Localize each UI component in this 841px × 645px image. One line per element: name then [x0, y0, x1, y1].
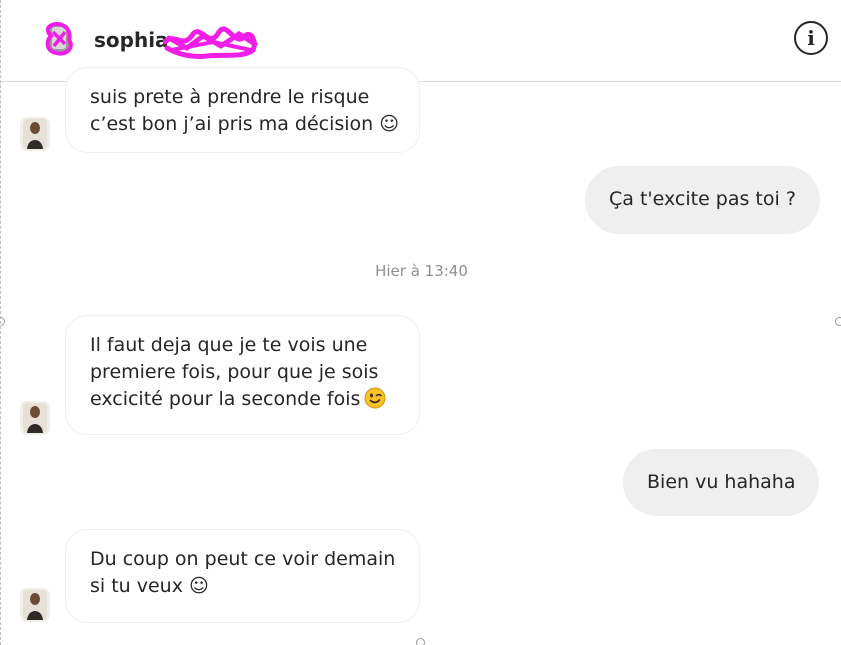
winking-face-emoji [364, 387, 386, 409]
sender-avatar[interactable] [20, 588, 50, 622]
sender-avatar[interactable] [20, 117, 50, 151]
incoming-message: suis prete à prendre le risque c’est bon… [65, 67, 420, 153]
conversation-username[interactable]: sophia [94, 28, 169, 52]
message-line: suis prete à prendre le risque [90, 86, 370, 108]
redaction-scribble [162, 20, 259, 60]
outgoing-message: Bien vu hahaha [623, 449, 820, 516]
outgoing-message: Ça t'excite pas toi ? [585, 166, 820, 234]
message-line: si tu veux ☺ [90, 575, 209, 597]
sender-avatar[interactable] [20, 401, 50, 435]
selection-handle-bottom[interactable] [416, 638, 425, 645]
incoming-message: Il faut deja que je te vois une premiere… [65, 315, 420, 435]
message-line: Il faut deja que je te vois une [90, 334, 368, 356]
message-line: excicité pour la seconde fois [90, 386, 395, 413]
message-line: Du coup on peut ce voir demain [90, 548, 396, 570]
selection-handle-left[interactable] [1, 317, 5, 326]
incoming-message: Du coup on peut ce voir demain si tu veu… [65, 529, 420, 623]
info-icon[interactable]: i [794, 21, 828, 55]
profile-avatar[interactable] [45, 21, 75, 56]
message-line: premiere fois, pour que je sois [90, 361, 379, 383]
selection-handle-right[interactable] [835, 317, 841, 326]
message-line: c’est bon j’ai pris ma décision ☺ [90, 113, 400, 135]
message-timestamp: Hier à 13:40 [375, 262, 468, 280]
chat-window: sophia i suis prete à prendre le risque … [0, 0, 841, 645]
